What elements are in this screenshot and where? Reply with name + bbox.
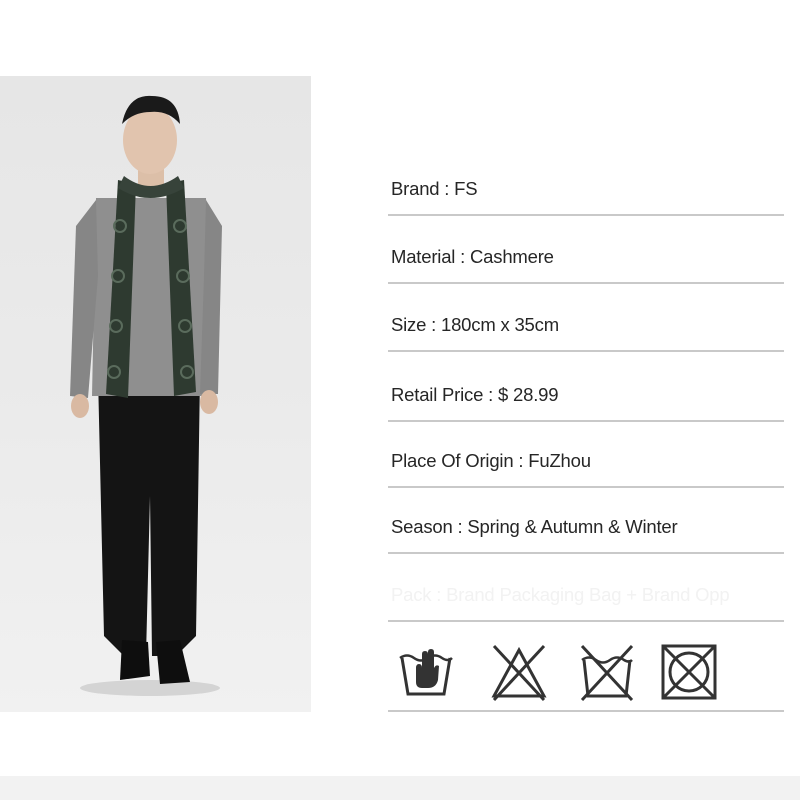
no-tumble-dry-icon: [576, 642, 638, 709]
spec-place-of-origin-text: Place Of Origin : FuZhou: [391, 450, 591, 471]
spec-pack: Pack : Brand Packaging Bag + Brand Opp: [388, 554, 784, 622]
spec-retail-price-text: Retail Price : $ 28.99: [391, 384, 559, 405]
hand-wash-icon: [396, 642, 456, 709]
spec-material: Material : Cashmere: [388, 216, 784, 284]
care-instructions: [388, 622, 784, 712]
spec-place-of-origin: Place Of Origin : FuZhou: [388, 422, 784, 488]
spec-size-text: Size : 180cm x 35cm: [391, 314, 559, 335]
spec-material-text: Material : Cashmere: [391, 246, 554, 267]
spec-size: Size : 180cm x 35cm: [388, 284, 784, 352]
product-photo: [0, 76, 311, 712]
spec-season: Season : Spring & Autumn & Winter: [388, 488, 784, 554]
no-dry-clean-icon: [660, 642, 718, 707]
spec-brand-text: Brand : FS: [391, 178, 478, 199]
spec-brand: Brand : FS: [388, 146, 784, 216]
bottom-strip: [0, 776, 800, 800]
spec-retail-price: Retail Price : $ 28.99: [388, 352, 784, 422]
spec-season-text: Season : Spring & Autumn & Winter: [391, 516, 678, 537]
spec-pack-text: Pack : Brand Packaging Bag + Brand Opp: [391, 584, 730, 605]
no-bleach-icon: [488, 642, 550, 709]
